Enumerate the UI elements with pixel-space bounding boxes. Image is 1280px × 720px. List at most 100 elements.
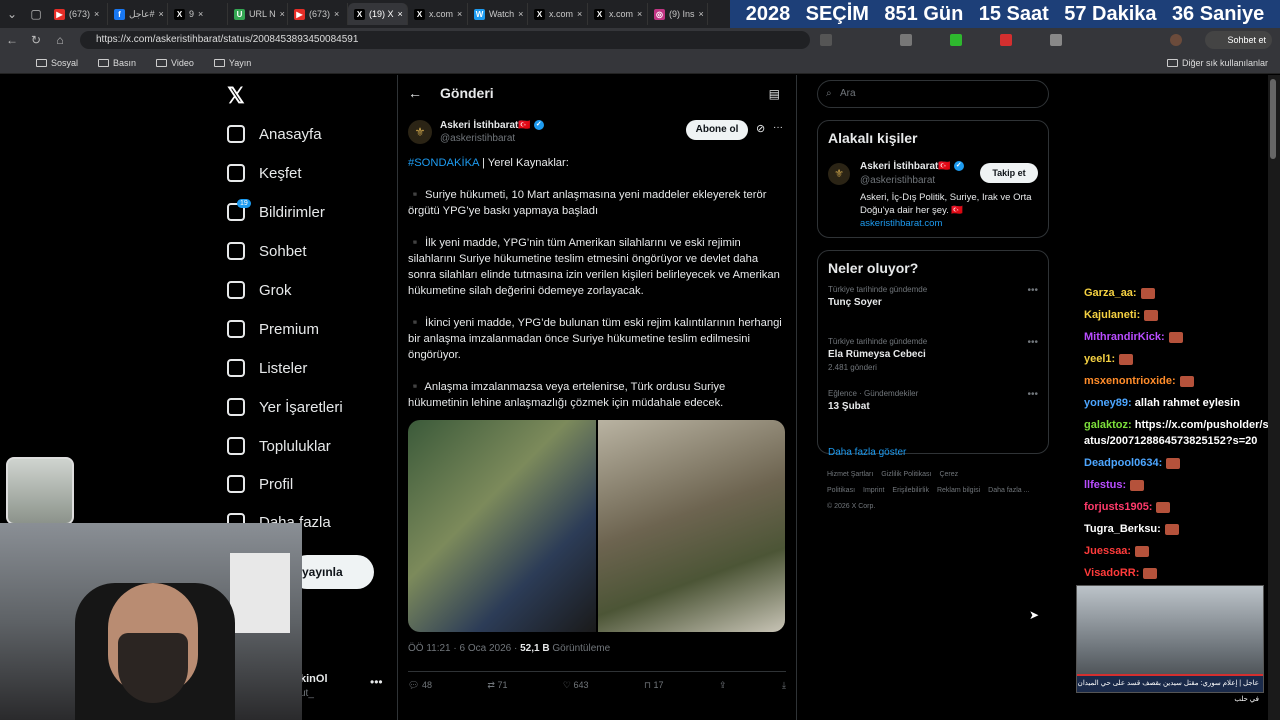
tab-close-icon[interactable]: ×	[334, 9, 339, 19]
author-avatar[interactable]: ⚜	[408, 120, 432, 144]
x-logo-icon[interactable]: 𝕏	[227, 83, 245, 109]
workspaces-icon[interactable]: ▢	[24, 7, 48, 21]
tab-close-icon[interactable]: ×	[637, 9, 642, 19]
related-name[interactable]: Askeri İstihbarat🇹🇷 ✓	[860, 161, 964, 172]
other-bookmarks[interactable]: Diğer sık kullanılanlar	[1166, 58, 1268, 68]
nav-item-profile[interactable]: Profil	[227, 475, 293, 493]
account-name[interactable]: kinOl	[300, 673, 328, 685]
back-icon[interactable]: ←	[0, 33, 24, 47]
footer-link[interactable]: Daha fazla ...	[988, 487, 1029, 494]
share-button[interactable]: ⇪	[719, 680, 727, 691]
post-media[interactable]	[408, 420, 785, 632]
footer-link[interactable]: Hizmet Şartları	[827, 471, 873, 478]
repost-button[interactable]: ⇄ 71	[487, 680, 507, 691]
nav-item-communities[interactable]: Topluluklar	[227, 437, 331, 455]
browser-tab[interactable]: ▶ (673) ×	[48, 3, 108, 25]
browser-tab[interactable]: Xx.com ×	[528, 3, 588, 25]
browser-tab[interactable]: Xx.com ×	[408, 3, 468, 25]
trend-more-icon[interactable]: •••	[1027, 337, 1038, 348]
post-paragraph: ▪️ İlk yeni madde, YPG’nin tüm Amerikan …	[408, 237, 780, 297]
scrollbar[interactable]	[1268, 75, 1280, 720]
trend-item[interactable]: Eğlence · Gündemdekiler 13 Şubat •••	[828, 389, 1038, 441]
bookmark-basin[interactable]: Basın	[98, 58, 136, 68]
show-more-link[interactable]: Daha fazla göster	[828, 447, 1038, 458]
sidebar-toggle-icon[interactable]	[1050, 34, 1062, 46]
extension-icon[interactable]	[950, 34, 962, 46]
url-field[interactable]: https://x.com/askeristihbarat/status/200…	[80, 31, 810, 49]
account-menu-icon[interactable]: •••	[370, 675, 383, 689]
browser-tab[interactable]: ◎ (9) Ins ×	[648, 3, 708, 25]
bookmark-yayin[interactable]: Yayın	[213, 58, 251, 68]
extension-icon[interactable]	[900, 34, 912, 46]
tab-close-icon[interactable]: ×	[280, 9, 285, 19]
post-actions: 💬︎ 48 ⇄ 71 ♡ 643 ⊓ 17 ⇪ ⤓	[408, 671, 786, 691]
browser-tab[interactable]: ▶ (673) ×	[288, 3, 348, 25]
tab-close-icon[interactable]: ×	[398, 9, 403, 19]
like-button[interactable]: ♡ 643	[563, 680, 589, 691]
post-button[interactable]: yayınla	[290, 555, 374, 589]
reader-icon[interactable]: ▤	[769, 87, 780, 101]
footer-link[interactable]: Gizlilik Politikası	[881, 471, 931, 478]
browser-tab[interactable]: Xx.com ×	[588, 3, 648, 25]
back-arrow-icon[interactable]: ←	[408, 85, 422, 101]
browser-tab[interactable]: W Watch ×	[468, 3, 528, 25]
related-avatar[interactable]: ⚜	[828, 163, 850, 185]
tab-close-icon[interactable]: ×	[198, 9, 203, 19]
browser-tab[interactable]: X 9 ×	[168, 3, 228, 25]
tab-close-icon[interactable]: ×	[159, 9, 164, 19]
subscribe-button[interactable]: Abone ol	[686, 120, 748, 140]
bookmark-button[interactable]: ⊓ 17	[644, 680, 664, 691]
footer-link[interactable]: Erişilebilirlik	[892, 487, 929, 494]
nav-item-home[interactable]: Anasayfa	[227, 125, 322, 143]
search-input[interactable]: ⌕ Ara	[817, 80, 1049, 108]
profile-avatar[interactable]	[1170, 34, 1182, 46]
download-button[interactable]: ⤓	[782, 680, 786, 691]
trend-more-icon[interactable]: •••	[1027, 389, 1038, 400]
more-options-icon[interactable]: ···	[773, 122, 783, 133]
tab-close-icon[interactable]: ×	[94, 9, 99, 19]
sohbet-et-button[interactable]: Sohbet et	[1205, 31, 1272, 49]
browser-tab[interactable]: U URL N ×	[228, 3, 288, 25]
bookmark-video[interactable]: Video	[156, 58, 194, 68]
footer-link[interactable]: Imprint	[863, 487, 884, 494]
chat-emote-icon	[1168, 331, 1183, 343]
grok-icon[interactable]: ⊘	[756, 122, 765, 135]
tab-close-icon[interactable]: ×	[577, 9, 582, 19]
trend-item[interactable]: Türkiye tarihinde gündemde Ela Rümeysa Ce…	[828, 337, 1038, 389]
bookmark-sosyal[interactable]: Sosyal	[36, 58, 78, 68]
author-name[interactable]: Askeri İstihbarat🇹🇷 ✓	[440, 120, 544, 131]
browser-tab[interactable]: X (19) X ×	[348, 3, 408, 25]
hashtag-link[interactable]: #SONDAKİKA	[408, 157, 479, 169]
nav-item-mail[interactable]: Sohbet	[227, 242, 307, 260]
nav-item-search[interactable]: Keşfet	[227, 164, 302, 182]
footer-link[interactable]: Reklam bilgisi	[937, 487, 980, 494]
tab-close-icon[interactable]: ×	[699, 9, 704, 19]
chat-emote-icon	[1143, 567, 1158, 579]
weapons-photo[interactable]	[597, 420, 785, 632]
extension-icon[interactable]	[820, 34, 832, 46]
nav-item-bookmark[interactable]: Yer İşaretleri	[227, 398, 343, 416]
nav-item-list[interactable]: Listeler	[227, 359, 307, 377]
chat-username: VisadoRR:	[1084, 567, 1140, 579]
home-icon[interactable]: ⌂	[48, 33, 72, 47]
chat-username: Deadpool0634:	[1084, 457, 1163, 469]
tab-close-icon[interactable]: ×	[518, 9, 523, 19]
trend-more-icon[interactable]: •••	[1027, 285, 1038, 296]
handshake-photo[interactable]	[408, 420, 596, 632]
related-link[interactable]: askeristihbarat.com	[860, 218, 942, 229]
reply-button[interactable]: 💬︎ 48	[408, 680, 432, 691]
tab-menu-icon[interactable]: ⌄	[0, 7, 24, 21]
trend-item[interactable]: Türkiye tarihinde gündemde Tunç Soyer •••	[828, 285, 1038, 337]
reload-icon[interactable]: ↻	[24, 33, 48, 47]
browser-tab[interactable]: f عاجل# ×	[108, 3, 168, 25]
nav-item-grok[interactable]: Grok	[227, 281, 292, 299]
scrollbar-thumb[interactable]	[1270, 79, 1276, 159]
follow-button[interactable]: Takip et	[980, 163, 1038, 183]
chat-emote-icon	[1179, 375, 1194, 387]
tab-close-icon[interactable]: ×	[457, 9, 462, 19]
nav-item-x-premium[interactable]: Premium	[227, 320, 319, 338]
extension-icon[interactable]	[1000, 34, 1012, 46]
nav-item-bell[interactable]: 19 Bildirimler	[227, 199, 325, 221]
communities-icon	[227, 437, 245, 455]
tab-favicon-icon: X	[354, 8, 365, 20]
